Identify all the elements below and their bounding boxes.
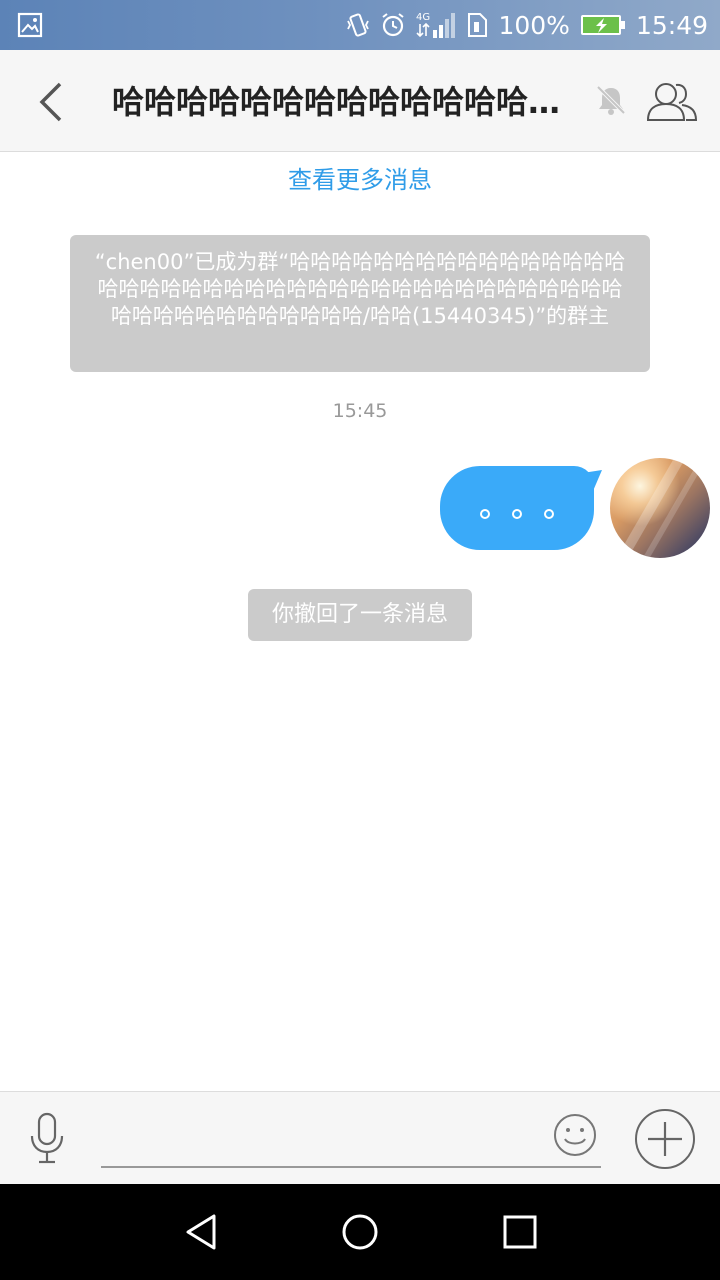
status-icons: 4G 100% 15:49: [346, 0, 708, 50]
group-members-icon[interactable]: [644, 76, 700, 126]
load-more-messages-link[interactable]: 查看更多消息: [0, 162, 720, 198]
nav-recent-apps-icon[interactable]: [500, 1212, 540, 1252]
alarm-icon: [382, 13, 405, 37]
microphone-icon[interactable]: [26, 1110, 68, 1166]
image-icon: [17, 12, 43, 38]
message-bubble-typing[interactable]: [440, 466, 594, 550]
plus-circle-icon[interactable]: [634, 1108, 696, 1170]
system-notice: “chen00”已成为群“哈哈哈哈哈哈哈哈哈哈哈哈哈哈哈哈哈哈哈哈哈哈哈哈哈哈哈…: [70, 235, 650, 372]
input-bar: [0, 1091, 720, 1184]
typing-dot: [480, 509, 490, 519]
message-timestamp: 15:45: [332, 400, 388, 422]
typing-dot: [544, 509, 554, 519]
bell-off-icon[interactable]: [594, 83, 628, 117]
message-input[interactable]: [101, 1112, 601, 1168]
smiley-icon[interactable]: [552, 1112, 598, 1158]
nav-home-icon[interactable]: [340, 1212, 380, 1252]
chat-title: 哈哈哈哈哈哈哈哈哈哈哈哈哈哈哈哈哈哈哈哈哈哈哈哈哈哈哈哈哈哈哈哈哈哈哈哈哈哈哈哈…: [112, 83, 582, 121]
recall-notice: 你撤回了一条消息: [248, 589, 472, 641]
battery-percent: 100%: [498, 10, 570, 40]
chat-header: 哈哈哈哈哈哈哈哈哈哈哈哈哈哈哈哈哈哈哈哈哈哈哈哈哈哈哈哈哈哈哈哈哈哈哈哈哈哈哈哈…: [0, 50, 720, 152]
nav-back-icon[interactable]: [182, 1212, 222, 1252]
battery-charging-icon: [580, 15, 625, 35]
svg-text:4G: 4G: [416, 12, 430, 23]
avatar[interactable]: [610, 458, 710, 558]
signal-icon: 4G: [416, 12, 456, 38]
navigation-bar: [0, 1184, 720, 1280]
status-bar: 4G 100% 15:49: [0, 0, 720, 50]
chevron-left-icon[interactable]: [26, 76, 78, 128]
vibrate-icon: [347, 13, 370, 37]
typing-dot: [512, 509, 522, 519]
status-time: 15:49: [635, 10, 708, 40]
sim-icon: [468, 13, 488, 37]
